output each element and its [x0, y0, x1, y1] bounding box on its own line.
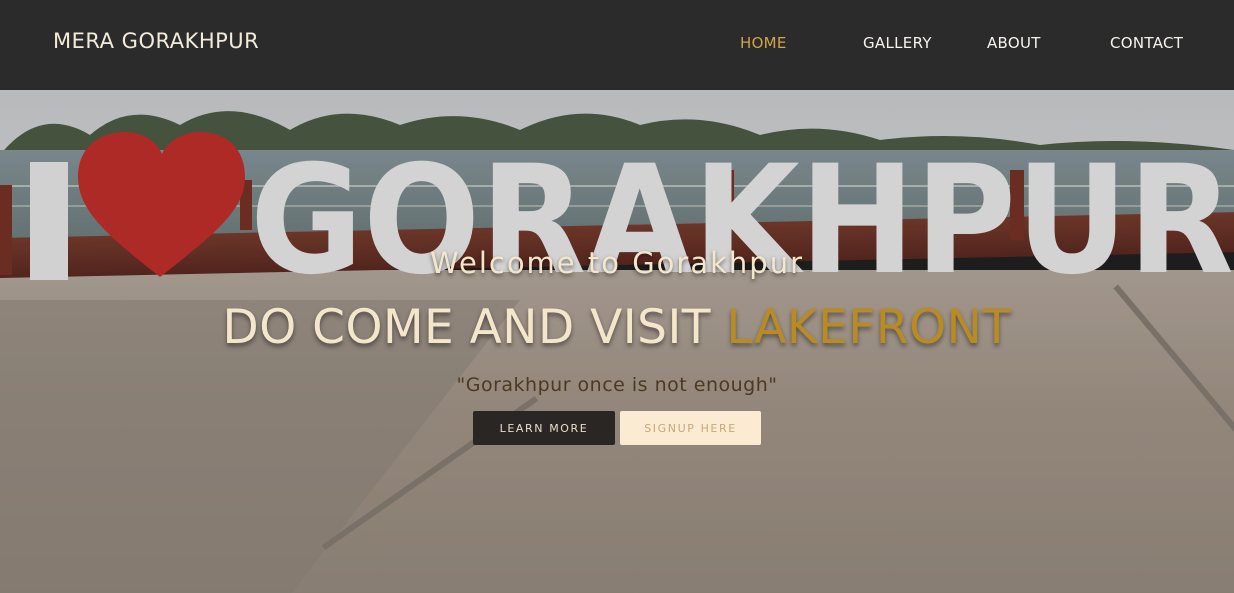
brand-logo[interactable]: MERA GORAKHPUR [53, 29, 259, 53]
top-navbar: MERA GORAKHPUR HOME GALLERY ABOUT CONTAC… [0, 0, 1234, 90]
nav-about[interactable]: ABOUT [987, 34, 1041, 52]
hero-quote: "Gorakhpur once is not enough" [456, 374, 778, 396]
headline-main: DO COME AND VISIT [222, 300, 727, 355]
learn-more-button[interactable]: LEARN MORE [473, 411, 615, 445]
nav-contact[interactable]: CONTACT [1110, 34, 1183, 52]
nav-home[interactable]: HOME [740, 34, 787, 52]
headline-accent: LAKEFRONT [726, 300, 1012, 355]
nav-gallery[interactable]: GALLERY [863, 34, 932, 52]
hero-headline: DO COME AND VISIT LAKEFRONT [0, 300, 1234, 355]
signup-button[interactable]: SIGNUP HERE [620, 411, 761, 445]
welcome-heading: Welcome to Gorakhpur [430, 246, 804, 280]
